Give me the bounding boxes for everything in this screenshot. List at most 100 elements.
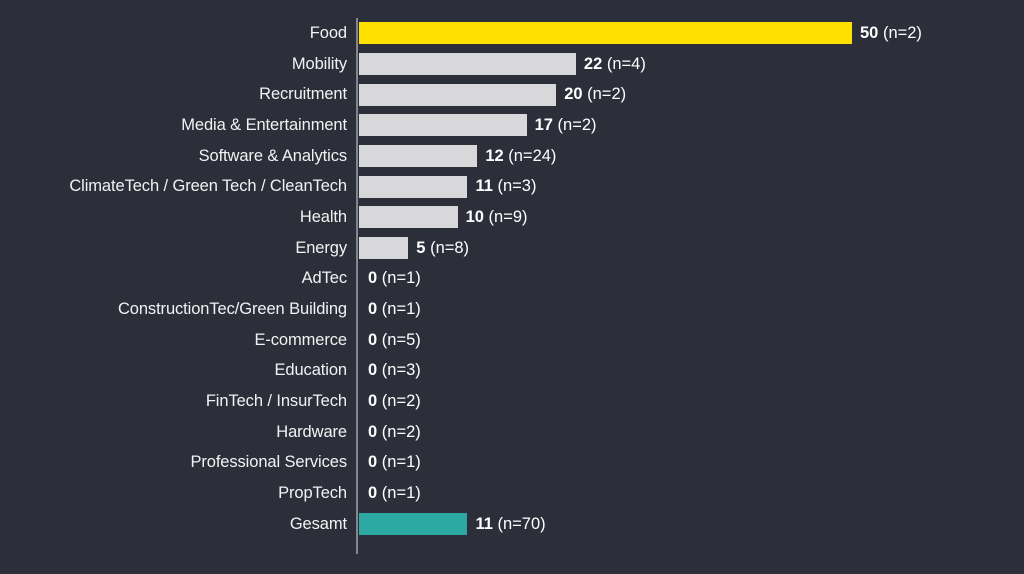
bar-value-count: (n=1): [377, 484, 421, 503]
bar: [359, 114, 527, 137]
bar-value-number: 0: [368, 330, 378, 349]
bar-value-count: (n=3): [377, 361, 421, 380]
plot-area: Food 50 (n=2) Mobility 22 (n=4) Recruitment 2…: [0, 0, 1024, 574]
bar-value-number: 20: [564, 85, 583, 104]
bar-zone: 50 (n=2): [359, 18, 922, 49]
bar-zone: 0 (n=5): [359, 325, 421, 356]
bar-zone: 12 (n=24): [359, 141, 556, 172]
category-label: Energy: [295, 238, 347, 257]
category-label: Media & Entertainment: [181, 115, 347, 134]
bar-zone: 0 (n=3): [359, 356, 421, 387]
bar-value-number: 50: [860, 23, 879, 42]
category-label: Hardware: [276, 422, 347, 441]
category-label: Professional Services: [190, 453, 347, 472]
category-label: FinTech / InsurTech: [205, 392, 347, 411]
bar-value-label: 10 (n=9): [466, 208, 528, 227]
bar-rows: Food 50 (n=2) Mobility 22 (n=4) Recruitment 2…: [0, 18, 1024, 540]
bar-value-label: 0 (n=1): [368, 484, 421, 503]
bar: [359, 206, 458, 229]
bar-value-label: 12 (n=24): [485, 147, 556, 166]
bar-value-label: 50 (n=2): [860, 24, 922, 43]
bar-value-count: (n=8): [425, 238, 470, 257]
bar-row: Education 0 (n=3): [0, 356, 1024, 387]
bar-value-label: 11 (n=70): [475, 515, 545, 534]
bar-zone: 0 (n=1): [359, 478, 421, 509]
bar: [359, 83, 557, 106]
category-label: Education: [274, 361, 348, 380]
bar-zone: 11 (n=3): [359, 171, 536, 202]
bar-value-label: 0 (n=1): [368, 453, 421, 472]
bar-zone: 0 (n=2): [359, 386, 421, 417]
bar-row: Health 10 (n=9): [0, 202, 1024, 233]
bar-row: Professional Services 0 (n=1): [0, 448, 1024, 479]
bar-row: Hardware 0 (n=2): [0, 417, 1024, 448]
bar-value-number: 0: [368, 453, 378, 472]
bar-value-number: 11: [475, 177, 493, 196]
bar-value-label: 0 (n=2): [368, 392, 421, 411]
bar-row: Media & Entertainment 17 (n=2): [0, 110, 1024, 141]
bar-value-count: (n=1): [377, 300, 421, 319]
bar-zone: 5 (n=8): [359, 233, 469, 264]
bar: [359, 237, 409, 260]
bar-zone: 0 (n=2): [359, 417, 421, 448]
bar-row: Gesamt 11 (n=70): [0, 509, 1024, 540]
bar-value-label: 17 (n=2): [535, 116, 597, 135]
bar-value-number: 0: [368, 422, 378, 441]
bar-value-label: 0 (n=3): [368, 361, 421, 380]
bar-value-label: 11 (n=3): [475, 177, 536, 196]
bar-value-label: 0 (n=1): [368, 300, 421, 319]
bar-zone: 20 (n=2): [359, 79, 626, 110]
bar-zone: 0 (n=1): [359, 264, 421, 295]
bar-value-number: 0: [368, 392, 378, 411]
bar-value-count: (n=2): [552, 115, 597, 134]
bar-value-number: 0: [368, 484, 378, 503]
bar-value-number: 11: [475, 514, 493, 533]
bar-zone: 11 (n=70): [359, 509, 546, 540]
bar: [359, 22, 852, 45]
category-label: ClimateTech / Green Tech / CleanTech: [69, 177, 347, 196]
category-label: PropTech: [278, 484, 347, 503]
bar-zone: 0 (n=1): [359, 294, 421, 325]
bar-value-count: (n=2): [377, 422, 421, 441]
category-label: Gesamt: [289, 514, 347, 533]
bar-row: E-commerce 0 (n=5): [0, 325, 1024, 356]
category-label: ConstructionTec/Green Building: [117, 300, 347, 319]
bar-value-number: 0: [368, 361, 378, 380]
bar-value-count: (n=3): [492, 177, 537, 196]
bar-row: Food 50 (n=2): [0, 18, 1024, 49]
bar-zone: 0 (n=1): [359, 448, 421, 479]
bar-row: Recruitment 20 (n=2): [0, 79, 1024, 110]
bar-value-number: 0: [368, 300, 378, 319]
bar: [359, 53, 576, 76]
category-label: Recruitment: [259, 85, 347, 104]
bar-value-count: (n=2): [878, 23, 922, 42]
bar-value-number: 12: [485, 146, 504, 165]
bar-value-label: 20 (n=2): [564, 85, 626, 104]
bar-value-number: 10: [465, 207, 484, 226]
bar-value-count: (n=4): [602, 54, 646, 73]
bar-value-label: 5 (n=8): [416, 239, 469, 258]
bar-row: FinTech / InsurTech 0 (n=2): [0, 386, 1024, 417]
bar-value-label: 0 (n=1): [368, 269, 421, 288]
bar-value-number: 0: [368, 269, 378, 288]
bar-row: PropTech 0 (n=1): [0, 478, 1024, 509]
bar-value-count: (n=2): [377, 392, 421, 411]
bar-row: Mobility 22 (n=4): [0, 49, 1024, 80]
bar: [359, 513, 468, 536]
bar-zone: 22 (n=4): [359, 49, 646, 80]
bar-value-number: 22: [583, 54, 603, 73]
bar-value-count: (n=5): [377, 330, 421, 349]
bar-value-count: (n=70): [492, 514, 546, 533]
bar-value-count: (n=2): [582, 85, 627, 104]
bar: [359, 175, 468, 198]
bar-value-count: (n=1): [377, 453, 421, 472]
category-label: Health: [299, 207, 347, 226]
category-label: E-commerce: [254, 330, 347, 349]
bar-row: AdTec 0 (n=1): [0, 264, 1024, 295]
category-label: Food: [309, 23, 347, 42]
bar: [359, 145, 478, 168]
category-label: Software & Analytics: [198, 146, 348, 165]
bar-value-count: (n=9): [483, 207, 528, 226]
category-label: Mobility: [291, 54, 347, 73]
bar-row: ClimateTech / Green Tech / CleanTech 11 (…: [0, 171, 1024, 202]
